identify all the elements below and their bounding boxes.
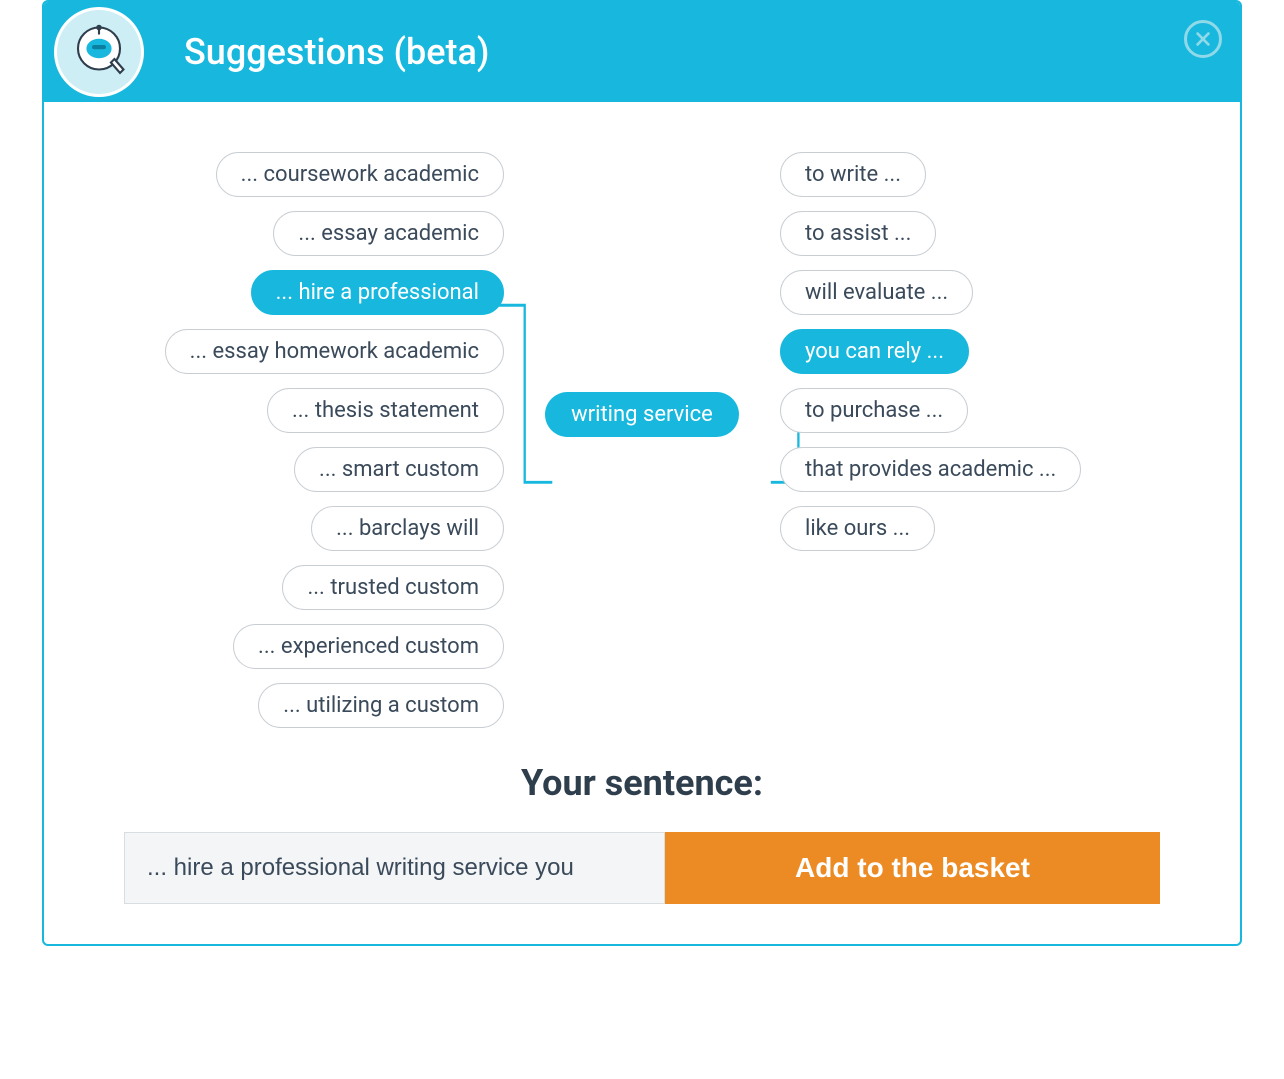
- left-suggestion-pill[interactable]: ... experienced custom: [233, 624, 504, 669]
- left-suggestion-pill[interactable]: ... thesis statement: [267, 388, 504, 433]
- center-keyword-pill[interactable]: writing service: [545, 392, 739, 437]
- robot-icon: [64, 17, 134, 87]
- right-suggestion-pill[interactable]: will evaluate ...: [780, 270, 973, 315]
- right-suggestion-pill[interactable]: that provides academic ...: [780, 447, 1081, 492]
- left-suggestion-pill[interactable]: ... essay academic: [273, 211, 504, 256]
- right-suggestion-pill[interactable]: you can rely ...: [780, 329, 969, 374]
- left-suggestion-pill[interactable]: ... utilizing a custom: [258, 683, 504, 728]
- modal-content: ... coursework academic ... essay academi…: [44, 102, 1240, 944]
- sentence-input[interactable]: [124, 832, 665, 904]
- right-suggestion-pill[interactable]: to write ...: [780, 152, 926, 197]
- right-suggestion-pill[interactable]: like ours ...: [780, 506, 935, 551]
- left-suggestion-pill[interactable]: ... essay homework academic: [165, 329, 504, 374]
- sentence-section: Your sentence: Add to the basket: [124, 762, 1160, 904]
- sentence-row: Add to the basket: [124, 832, 1160, 904]
- close-button[interactable]: [1184, 20, 1222, 58]
- right-suggestions-column: to write ... to assist ... will evaluate .…: [780, 152, 1160, 551]
- robot-logo: [54, 7, 144, 97]
- left-suggestion-pill[interactable]: ... hire a professional: [251, 270, 504, 315]
- suggestion-flow: ... coursework academic ... essay academi…: [124, 152, 1160, 732]
- modal-header: Suggestions (beta): [44, 2, 1240, 102]
- left-suggestion-pill[interactable]: ... trusted custom: [282, 565, 504, 610]
- left-suggestion-pill[interactable]: ... barclays will: [311, 506, 504, 551]
- add-to-basket-button[interactable]: Add to the basket: [665, 832, 1160, 904]
- left-suggestion-pill[interactable]: ... coursework academic: [216, 152, 504, 197]
- close-icon: [1194, 30, 1212, 48]
- suggestions-modal: Suggestions (beta) ... coursework academ…: [42, 0, 1242, 946]
- left-suggestion-pill[interactable]: ... smart custom: [294, 447, 504, 492]
- right-suggestion-pill[interactable]: to assist ...: [780, 211, 936, 256]
- right-suggestion-pill[interactable]: to purchase ...: [780, 388, 968, 433]
- center-column: writing service: [545, 152, 739, 437]
- left-suggestions-column: ... coursework academic ... essay academi…: [124, 152, 504, 728]
- modal-title: Suggestions (beta): [184, 31, 490, 73]
- sentence-label: Your sentence:: [124, 762, 1160, 804]
